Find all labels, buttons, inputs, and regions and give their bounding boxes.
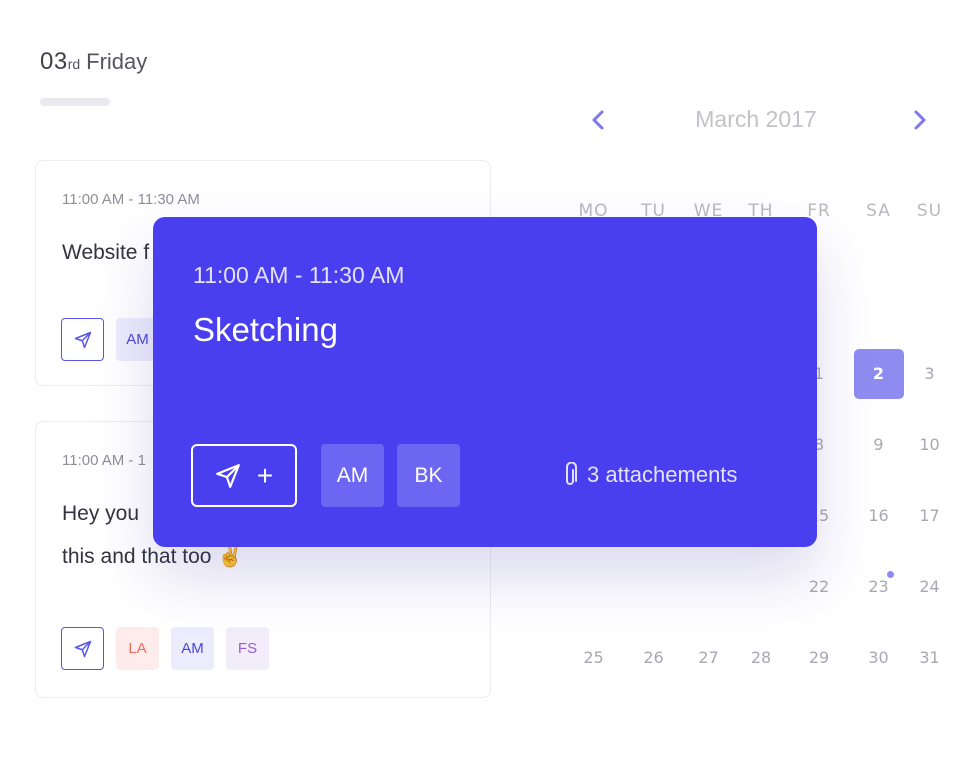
attachments-link[interactable]: 3 attachements [563,462,737,488]
calendar-day-number: 25 [583,648,604,667]
calendar-day[interactable]: 27 [680,622,737,693]
calendar-day-number: 26 [643,648,664,667]
calendar-day[interactable]: 9 [853,409,904,480]
event-time: 11:00 AM - 11:30 AM [62,191,200,208]
calendar-day-number: 31 [919,648,940,667]
calendar-day[interactable]: 31 [904,622,955,693]
popup-actions: + AM BK [191,444,473,507]
calendar-day-number: 10 [919,435,940,454]
schedule-page: 03rd Friday 11:00 AM - 11:30 AM Website f… [0,0,972,762]
calendar-day-number: 3 [924,364,935,383]
calendar-day[interactable]: 26 [627,622,680,693]
calendar-day[interactable]: 25 [560,622,627,693]
calendar-day[interactable]: 30 [853,622,904,693]
calendar-day[interactable]: 10 [904,409,955,480]
attendee-tag[interactable]: BK [397,444,460,507]
chevron-right-icon [914,110,926,130]
event-time: 11:00 AM - 1 [62,452,146,469]
calendar-day[interactable]: 24 [904,551,955,622]
calendar-day [680,551,737,622]
weekday-label: SU [916,201,943,221]
calendar-day-number: 30 [868,648,889,667]
calendar-day-number: 22 [808,577,830,596]
calendar-month-title: March 2017 [695,106,817,132]
calendar-day [560,551,627,622]
calendar-nav: March 2017 [560,100,972,140]
plus-icon: + [256,459,274,491]
day-weekday: Friday [86,49,148,74]
calendar-day[interactable]: 16 [853,480,904,551]
attendee-tag[interactable]: LA [116,627,159,670]
calendar-day-number: 9 [873,435,884,454]
day-suffix: rd [67,56,81,72]
day-header: 03rd Friday [40,48,147,76]
calendar-day[interactable]: 17 [904,480,955,551]
event-detail-popup: 11:00 AM - 11:30 AM Sketching + AM BK 3 … [153,217,817,547]
send-icon [74,331,91,348]
calendar-day-number: 24 [919,577,940,596]
send-button[interactable] [61,318,104,361]
calendar-day[interactable]: 23 [853,551,904,622]
calendar-day[interactable]: 2 [853,338,904,409]
send-add-button[interactable]: + [191,444,297,507]
event-title: Website f [62,241,150,264]
weekday-label: SA [866,201,891,221]
calendar-day-number: 17 [919,506,940,525]
attendee-tag[interactable]: FS [226,627,269,670]
send-icon [215,463,240,488]
calendar-day [737,551,785,622]
calendar-day-number: 28 [750,648,772,667]
attachments-label: 3 attachements [587,462,738,487]
chevron-left-icon [592,110,604,130]
calendar-day-number: 29 [808,648,830,667]
popup-event-time: 11:00 AM - 11:30 AM [193,262,405,288]
event-actions: LA AM FS [61,627,269,670]
prev-month-button[interactable] [586,106,610,134]
calendar-day [627,551,680,622]
calendar-day[interactable]: 29 [785,622,853,693]
calendar-day[interactable]: 22 [785,551,853,622]
day-number: 03 [40,48,68,75]
weekday-spacer [853,267,904,287]
attendee-tag[interactable]: AM [171,627,214,670]
calendar-day[interactable]: 28 [737,622,785,693]
calendar-day-number: 27 [698,648,719,667]
send-button[interactable] [61,627,104,670]
calendar-day-number: 23 [868,577,889,596]
event-dot [887,571,894,578]
attendee-tag[interactable]: AM [321,444,384,507]
calendar-day[interactable]: 3 [904,338,955,409]
send-icon [74,640,91,657]
calendar-day-number: 16 [868,506,889,525]
paperclip-icon [566,462,577,485]
day-header-underline [40,98,110,106]
weekday-spacer [904,267,955,287]
popup-event-title: Sketching [193,311,338,348]
event-actions: AM [61,318,159,361]
selected-day[interactable]: 2 [853,348,904,399]
next-month-button[interactable] [908,106,932,134]
